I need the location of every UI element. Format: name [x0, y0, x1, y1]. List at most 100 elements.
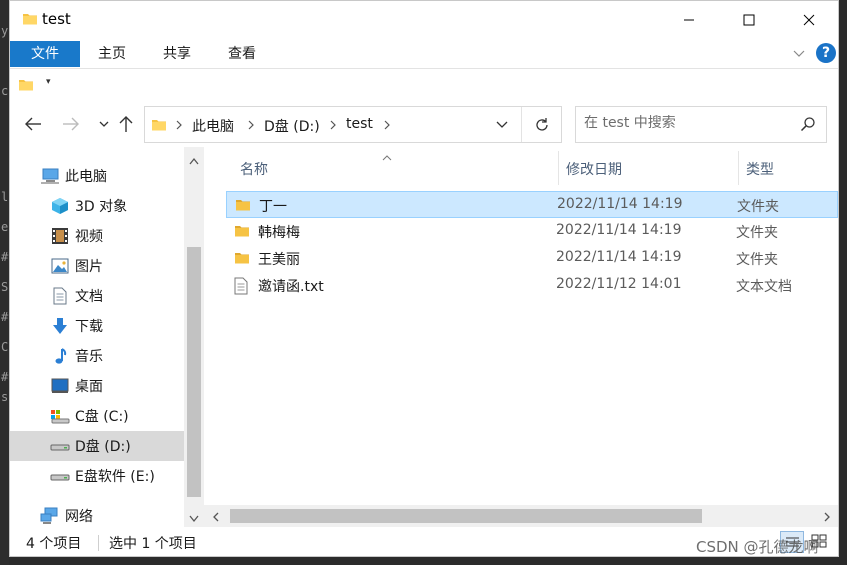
recent-locations-button[interactable]: [93, 113, 115, 135]
background-window-strip: y c l e # S # C # s: [0, 0, 9, 565]
table-row[interactable]: 邀请函.txt 2022/11/12 14:01 文本文档: [226, 272, 838, 299]
download-icon: [50, 316, 70, 336]
file-name: 邀请函.txt: [258, 279, 324, 295]
column-header-date[interactable]: 修改日期: [566, 159, 622, 179]
sidebar-item-label: E盘软件 (E:): [75, 469, 155, 485]
file-name: 王美丽: [258, 252, 300, 268]
breadcrumb-this-pc[interactable]: 此电脑: [192, 116, 234, 136]
chevron-right-icon[interactable]: [247, 119, 255, 135]
file-date: 2022/11/14 14:19: [556, 249, 682, 265]
table-row[interactable]: 韩梅梅 2022/11/14 14:19 文件夹: [226, 218, 838, 245]
scroll-right-icon[interactable]: [823, 510, 831, 526]
document-icon: [50, 286, 70, 306]
item-count: 4 个项目: [26, 536, 82, 552]
tab-share[interactable]: 共享: [149, 41, 205, 67]
file-date: 2022/11/14 14:19: [557, 196, 683, 212]
sidebar-item-label: 桌面: [75, 379, 103, 395]
ribbon-tabs: 文件 主页 共享 查看 ?: [10, 39, 838, 69]
desktop-icon: [50, 376, 70, 396]
sidebar-item-documents[interactable]: 文档: [10, 281, 184, 311]
chevron-right-icon[interactable]: [383, 119, 391, 135]
file-type: 文本文档: [736, 279, 792, 295]
sidebar-item-videos[interactable]: 视频: [10, 221, 184, 251]
watermark-text: CSDN @孔德龙啊: [696, 538, 819, 556]
help-icon[interactable]: ?: [816, 43, 836, 63]
file-list: 名称 修改日期 类型 丁一 2022/11/14 14:19 文件夹 韩梅梅 2…: [204, 147, 838, 527]
column-divider[interactable]: [558, 151, 559, 185]
chevron-right-icon[interactable]: [329, 119, 337, 135]
tab-home[interactable]: 主页: [84, 41, 140, 67]
file-type: 文件夹: [736, 252, 778, 268]
sidebar-item-label: 下载: [75, 319, 103, 335]
column-header-type[interactable]: 类型: [746, 159, 774, 179]
sidebar-item-downloads[interactable]: 下载: [10, 311, 184, 341]
refresh-icon: [535, 117, 548, 131]
picture-icon: [50, 256, 70, 276]
search-icon[interactable]: [800, 116, 816, 136]
scroll-down-icon[interactable]: [189, 511, 199, 527]
network-icon: [40, 506, 60, 526]
cube-3d-icon: [50, 196, 70, 216]
minimize-icon: [684, 19, 694, 21]
sidebar-item-this-pc[interactable]: 此电脑: [10, 161, 184, 191]
folder-icon: [234, 250, 250, 270]
refresh-button[interactable]: [521, 107, 561, 142]
address-bar[interactable]: 此电脑 D盘 (D:) test: [144, 106, 562, 143]
arrow-up-icon: [119, 116, 133, 132]
scroll-up-icon[interactable]: [189, 153, 199, 169]
file-explorer-window: test 文件 主页 共享 查看 ? ▾ 此电脑 D盘 (D:) test 在 …: [9, 0, 839, 557]
chevron-right-icon[interactable]: [175, 119, 183, 135]
file-name: 丁一: [259, 199, 287, 215]
expand-ribbon-chevron-icon[interactable]: [791, 45, 807, 65]
sidebar-item-3d-objects[interactable]: 3D 对象: [10, 191, 184, 221]
nav-pane-scrollbar[interactable]: [184, 147, 204, 527]
sidebar-item-label: 图片: [75, 259, 103, 275]
column-header-name[interactable]: 名称: [240, 159, 268, 179]
up-button[interactable]: [115, 113, 137, 135]
scrollbar-thumb[interactable]: [230, 509, 702, 523]
tab-view[interactable]: 查看: [214, 41, 270, 67]
sidebar-item-c-drive[interactable]: C盘 (C:): [10, 401, 184, 431]
search-input[interactable]: [584, 115, 794, 131]
video-icon: [50, 226, 70, 246]
sidebar-item-desktop[interactable]: 桌面: [10, 371, 184, 401]
address-history-chevron-down-icon[interactable]: [495, 119, 509, 135]
minimize-button[interactable]: [666, 1, 712, 39]
breadcrumb-d-drive[interactable]: D盘 (D:): [264, 116, 320, 136]
scroll-left-icon[interactable]: [212, 510, 220, 526]
sidebar-item-pictures[interactable]: 图片: [10, 251, 184, 281]
maximize-button[interactable]: [726, 1, 772, 39]
close-button[interactable]: [786, 1, 832, 39]
sidebar-item-music[interactable]: 音乐: [10, 341, 184, 371]
sidebar-item-label: 文档: [75, 289, 103, 305]
text-file-icon: [234, 277, 248, 299]
folder-icon[interactable]: [18, 77, 34, 97]
system-drive-icon: [50, 406, 70, 426]
folder-icon: [151, 117, 167, 137]
forward-button[interactable]: [60, 113, 82, 135]
quick-access-toolbar: ▾: [10, 69, 838, 99]
folder-icon: [234, 223, 250, 243]
horizontal-scrollbar[interactable]: [204, 505, 838, 527]
chevron-down-icon: [99, 121, 109, 127]
sidebar-item-label: 音乐: [75, 349, 103, 365]
customize-quick-access-icon[interactable]: ▾: [46, 77, 51, 87]
column-divider[interactable]: [738, 151, 739, 185]
drive-icon: [50, 436, 70, 456]
arrow-right-icon: [63, 117, 79, 131]
sidebar-item-e-drive[interactable]: E盘软件 (E:): [10, 461, 184, 491]
music-icon: [50, 346, 70, 366]
breadcrumb-test[interactable]: test: [346, 116, 373, 132]
table-row[interactable]: 王美丽 2022/11/14 14:19 文件夹: [226, 245, 838, 272]
drive-icon: [50, 466, 70, 486]
search-box[interactable]: [575, 106, 827, 143]
file-type: 文件夹: [737, 199, 779, 215]
table-row[interactable]: 丁一 2022/11/14 14:19 文件夹: [226, 191, 838, 218]
back-button[interactable]: [22, 113, 44, 135]
file-date: 2022/11/14 14:19: [556, 222, 682, 238]
sidebar-item-label: 视频: [75, 229, 103, 245]
scrollbar-thumb[interactable]: [187, 247, 201, 497]
sidebar-item-label: 此电脑: [65, 169, 107, 185]
sidebar-item-d-drive[interactable]: D盘 (D:): [10, 431, 184, 461]
tab-file[interactable]: 文件: [10, 41, 80, 67]
